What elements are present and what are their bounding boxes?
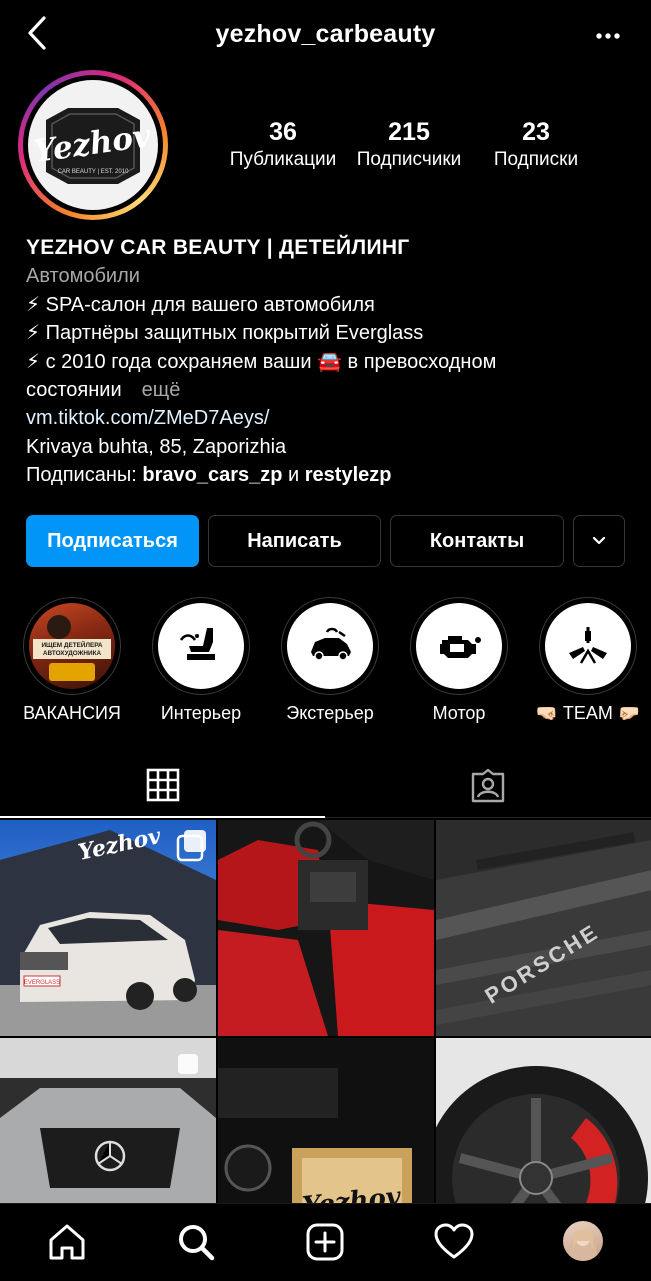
grid-icon[interactable] xyxy=(146,768,180,802)
avatar-story-ring[interactable]: Yezhov CAR BEAUTY | EST. 2010 xyxy=(18,70,168,220)
followers-label: Подписчики xyxy=(356,149,462,170)
followed-by-and: и xyxy=(282,464,305,487)
post-image: PORSCHE xyxy=(436,820,651,1036)
profile-photo xyxy=(569,1229,597,1261)
post-thumbnail[interactable]: Yezhov EVERGLASS xyxy=(0,820,216,1036)
profile-tabs xyxy=(0,748,651,818)
chevron-down-icon xyxy=(592,536,606,545)
follow-button[interactable]: Подписаться xyxy=(26,515,199,567)
profile-bio: YEZHOV CAR BEAUTY | ДЕТЕЙЛИНГ Автомобили… xyxy=(26,234,636,490)
posts-label: Публикации xyxy=(229,149,337,170)
car-seat-icon xyxy=(179,628,215,660)
highlight-label: 🤜🏻 TEAM 🤛🏻 xyxy=(535,703,641,723)
contacts-button[interactable]: Контакты xyxy=(390,515,564,567)
bio-line: состоянии ещё xyxy=(26,376,636,404)
highlight-vacancy[interactable]: ИЩЕМ ДЕТЕЙЛЕРА АВТОХУДОЖНИКА ВАКАНСИЯ xyxy=(22,597,122,723)
post-thumbnail[interactable] xyxy=(218,820,434,1036)
search-icon[interactable] xyxy=(176,1222,216,1262)
stat-following[interactable]: 23 Подписки xyxy=(478,118,594,174)
posts-count: 36 xyxy=(269,118,297,146)
car-wash-icon xyxy=(311,627,351,661)
posts-grid: Yezhov EVERGLASS PORSCHE xyxy=(0,820,651,1254)
svg-text:АВТОХУДОЖНИКА: АВТОХУДОЖНИКА xyxy=(43,650,102,657)
bio-address[interactable]: Krivaya buhta, 85, Zaporizhia xyxy=(26,433,636,461)
bio-more-link[interactable]: ещё xyxy=(142,379,181,401)
highlight-cover xyxy=(545,603,631,689)
more-options-icon[interactable] xyxy=(595,26,621,46)
svg-text:EVERGLASS: EVERGLASS xyxy=(24,980,60,986)
active-tab-indicator xyxy=(0,816,325,818)
highlight-cover xyxy=(416,603,502,689)
bio-line: ⚡ Партнёры защитных покрытий Everglass xyxy=(26,322,424,345)
highlight-cover xyxy=(158,603,244,689)
avatar: Yezhov CAR BEAUTY | EST. 2010 xyxy=(28,80,158,210)
followed-by-prefix: Подписаны: xyxy=(26,464,143,487)
followed-by: Подписаны: bravo_cars_zp и restylezp xyxy=(26,461,636,489)
post-thumbnail[interactable]: PORSCHE xyxy=(436,820,651,1036)
highlight-cover: ИЩЕМ ДЕТЕЙЛЕРА АВТОХУДОЖНИКА xyxy=(29,603,115,689)
followed-by-user[interactable]: bravo_cars_zp xyxy=(142,464,282,486)
heart-icon[interactable] xyxy=(434,1222,474,1262)
bio-line: ⚡ с 2010 года сохраняем ваши 🚘 в превосх… xyxy=(26,350,497,373)
team-hands-icon xyxy=(569,627,607,664)
bottom-navigation xyxy=(0,1203,651,1281)
highlight-interior[interactable]: Интерьер xyxy=(151,597,251,723)
username-title: yezhov_carbeauty xyxy=(215,20,436,48)
highlight-engine[interactable]: Мотор xyxy=(409,597,509,723)
stat-posts[interactable]: 36 Публикации xyxy=(225,118,341,174)
svg-text:ИЩЕМ ДЕТЕЙЛЕРА: ИЩЕМ ДЕТЕЙЛЕРА xyxy=(41,640,102,649)
highlight-exterior[interactable]: Экстерьер xyxy=(280,597,380,723)
followers-count: 215 xyxy=(388,118,430,146)
svg-text:CAR BEAUTY | EST. 2010: CAR BEAUTY | EST. 2010 xyxy=(58,169,129,175)
profile-avatar-icon[interactable] xyxy=(563,1221,603,1261)
vacancy-cover-image: ИЩЕМ ДЕТЕЙЛЕРА АВТОХУДОЖНИКА xyxy=(33,615,111,681)
highlight-cover xyxy=(287,603,373,689)
highlight-team[interactable]: 🤜🏻 TEAM 🤛🏻 xyxy=(536,597,640,723)
post-image: Yezhov EVERGLASS xyxy=(0,820,216,1036)
engine-icon xyxy=(440,636,481,658)
profile-name: YEZHOV CAR BEAUTY | ДЕТЕЙЛИНГ xyxy=(26,236,410,259)
bio-line: ⚡ SPA-салон для вашего автомобиля xyxy=(26,293,375,316)
following-count: 23 xyxy=(522,118,550,146)
home-icon[interactable] xyxy=(47,1222,87,1262)
stat-followers[interactable]: 215 Подписчики xyxy=(351,118,467,174)
profile-category: Автомобили xyxy=(26,265,140,288)
tagged-icon[interactable] xyxy=(470,768,506,804)
new-post-icon[interactable] xyxy=(305,1222,345,1262)
top-bar: yezhov_carbeauty xyxy=(0,0,651,70)
post-image xyxy=(218,820,434,1036)
following-label: Подписки xyxy=(493,149,579,170)
suggested-accounts-button[interactable] xyxy=(573,515,625,567)
bio-line-text: состоянии xyxy=(26,379,122,402)
yezhov-logo: Yezhov CAR BEAUTY | EST. 2010 xyxy=(31,108,154,184)
followed-by-user[interactable]: restylezp xyxy=(305,464,392,486)
bio-website-link[interactable]: vm.tiktok.com/ZMeD7Aeys/ xyxy=(26,404,636,432)
message-button[interactable]: Написать xyxy=(208,515,381,567)
